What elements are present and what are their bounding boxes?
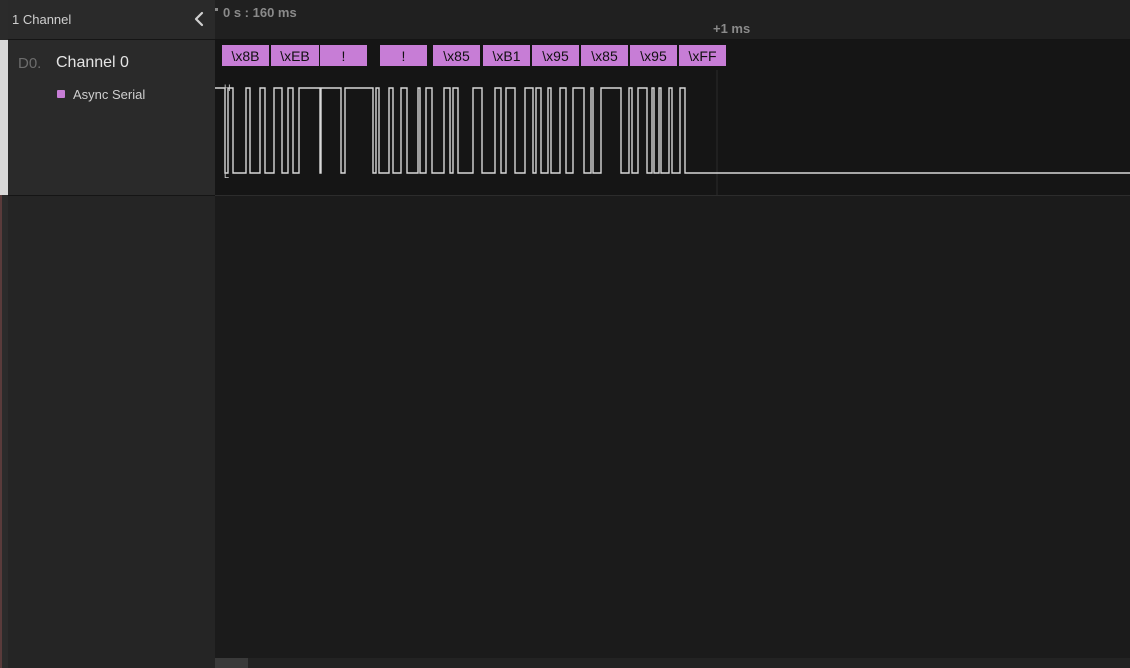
low-level-label: L (224, 170, 229, 180)
packet-label: \x95 (640, 48, 667, 64)
scrollbar-thumb[interactable] (215, 658, 248, 668)
decoded-packet[interactable]: \x85 (433, 45, 480, 66)
packet-label: \x95 (542, 48, 569, 64)
decoded-packets: \x8B \xEB!! \x85 \xB1 \x95 \x85 \x95 \xFF (222, 45, 726, 66)
time-start-label: 0 s : 160 ms (223, 5, 297, 20)
packet-label: ! (402, 48, 406, 64)
channel-code: D0. (18, 55, 42, 72)
decoded-packet[interactable]: ! (380, 45, 427, 66)
edge-divider (0, 195, 2, 668)
ruler-origin-tick (215, 8, 218, 11)
chevron-left-icon (194, 11, 204, 27)
decoded-packet[interactable]: \xEB (271, 45, 319, 66)
sidebar: 1 Channel D0. Channel 0 Async Serial (8, 0, 215, 668)
packet-label: \xEB (280, 48, 310, 64)
packet-label: \x85 (443, 48, 470, 64)
sidebar-header: 1 Channel (8, 0, 215, 40)
packet-label: \xFF (689, 48, 717, 64)
packet-label: \x85 (591, 48, 618, 64)
waveform-view[interactable]: \x8B \xEB!! \x85 \xB1 \x95 \x85 \x95 \xFF H L (215, 40, 1130, 195)
horizontal-scrollbar[interactable] (215, 658, 1130, 668)
digital-signal (215, 87, 1130, 174)
collapse-sidebar-button[interactable] (188, 8, 210, 30)
decoded-packet[interactable]: \x95 (630, 45, 677, 66)
channel-color-strip (0, 40, 8, 195)
analyzer-color-swatch (57, 90, 65, 98)
decoded-packet[interactable]: \x85 (581, 45, 628, 66)
decoded-packet[interactable]: \x95 (532, 45, 579, 66)
time-marker-label: +1 ms (713, 21, 751, 36)
channel-row[interactable]: D0. Channel 0 Async Serial (8, 40, 215, 196)
packet-label: ! (342, 48, 346, 64)
timeline-area[interactable]: 0 s : 160 ms +1 ms \x8B \xEB!! \x85 \xB1 \x9… (215, 0, 1130, 668)
waveform-row[interactable]: \x8B \xEB!! \x85 \xB1 \x95 \x85 \x95 \xFF H L (215, 40, 1130, 196)
decoded-packet[interactable]: \x8B (222, 45, 269, 66)
high-level-label: H (224, 83, 231, 93)
analyzer-name[interactable]: Async Serial (73, 87, 145, 102)
packet-label: \xB1 (492, 48, 520, 64)
packet-label: \x8B (231, 48, 259, 64)
decoded-packet[interactable]: \xFF (679, 45, 726, 66)
decoded-packet[interactable]: \xB1 (483, 45, 530, 66)
time-ruler[interactable]: 0 s : 160 ms +1 ms (215, 0, 1130, 40)
left-edge-strip (0, 0, 8, 668)
decoded-packet[interactable]: ! (320, 45, 367, 66)
channel-count-title: 1 Channel (12, 12, 72, 27)
channel-name[interactable]: Channel 0 (56, 54, 129, 72)
